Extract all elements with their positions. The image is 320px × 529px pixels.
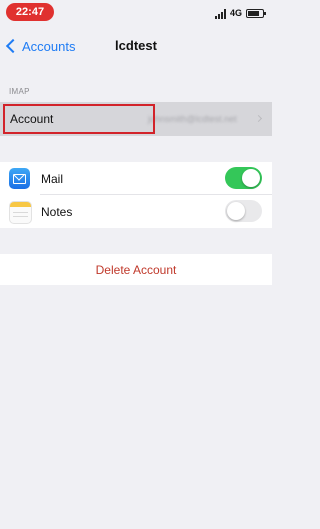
delete-account-label: Delete Account	[95, 263, 177, 277]
account-email-value: johnsmith@lcdtest.net	[148, 114, 237, 124]
mail-icon	[9, 168, 30, 189]
notes-icon	[9, 201, 32, 224]
navigation-bar: Accounts lcdtest	[0, 28, 272, 64]
highlight-annotation-box	[3, 104, 155, 134]
network-type: 4G	[230, 8, 243, 18]
page-title: lcdtest	[115, 38, 157, 53]
mail-toggle[interactable]	[225, 167, 262, 189]
chevron-right-icon	[254, 114, 263, 123]
delete-account-button[interactable]: Delete Account	[0, 254, 272, 285]
notes-row: Notes	[0, 195, 272, 228]
section-header-imap: IMAP	[9, 87, 30, 96]
mail-label: Mail	[41, 172, 64, 186]
mail-row: Mail	[0, 162, 272, 195]
status-bar: 22:47 4G	[0, 0, 272, 28]
status-time: 22:47	[6, 3, 54, 21]
apps-group: Mail Notes	[0, 162, 272, 228]
battery-icon	[246, 9, 266, 18]
notes-toggle[interactable]	[225, 200, 262, 222]
signal-icon	[215, 9, 228, 19]
notes-label: Notes	[41, 205, 73, 219]
